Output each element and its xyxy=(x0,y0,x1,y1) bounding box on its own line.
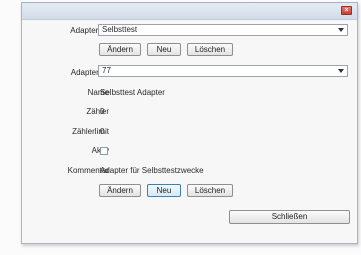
adapter-aendern-button[interactable]: Ändern xyxy=(99,184,141,197)
adapter-id-dropdown[interactable]: 77 xyxy=(98,65,348,77)
adapter-id-selected-value: 77 xyxy=(102,66,111,75)
adaptertyp-aendern-button[interactable]: Ändern xyxy=(99,43,141,56)
zaehlerlimit-value: 0 xyxy=(100,127,105,136)
adaptertyp-neu-button[interactable]: Neu xyxy=(147,43,181,56)
schliessen-button[interactable]: Schließen xyxy=(229,210,350,224)
name-value: Selbsttest Adapter xyxy=(100,88,165,97)
chevron-down-icon xyxy=(338,28,344,32)
aktiv-label: Aktiv xyxy=(19,146,109,155)
zaehler-label: Zähler xyxy=(86,107,109,116)
aktiv-checkbox[interactable] xyxy=(100,147,108,155)
chevron-down-icon xyxy=(338,69,344,73)
adaptertyp-selected-value: Selbsttest xyxy=(102,25,138,34)
zaehler-value: 0 xyxy=(100,107,105,116)
kommentar-label: Kommentar xyxy=(67,166,109,175)
adaptertyp-loeschen-button[interactable]: Löschen xyxy=(187,43,233,56)
close-button[interactable]: × xyxy=(341,6,352,15)
title-bar: × xyxy=(22,3,357,20)
kommentar-value: Adapter für Selbsttestzwecke xyxy=(100,166,204,175)
adaptertyp-label: Adaptertyp xyxy=(70,26,109,35)
zaehlerlimit-label: Zählerlimit xyxy=(72,127,109,136)
name-label: Name xyxy=(87,88,109,97)
adapter-loeschen-button[interactable]: Löschen xyxy=(187,184,233,197)
adapter-dialog-window: × Adaptertyp Selbsttest Ändern Neu Lösch… xyxy=(21,2,358,244)
close-icon: × xyxy=(344,7,349,14)
adapter-id-label: Adapter ID xyxy=(70,68,109,77)
adaptertyp-dropdown[interactable]: Selbsttest xyxy=(98,24,348,36)
adapter-neu-button[interactable]: Neu xyxy=(147,184,181,197)
